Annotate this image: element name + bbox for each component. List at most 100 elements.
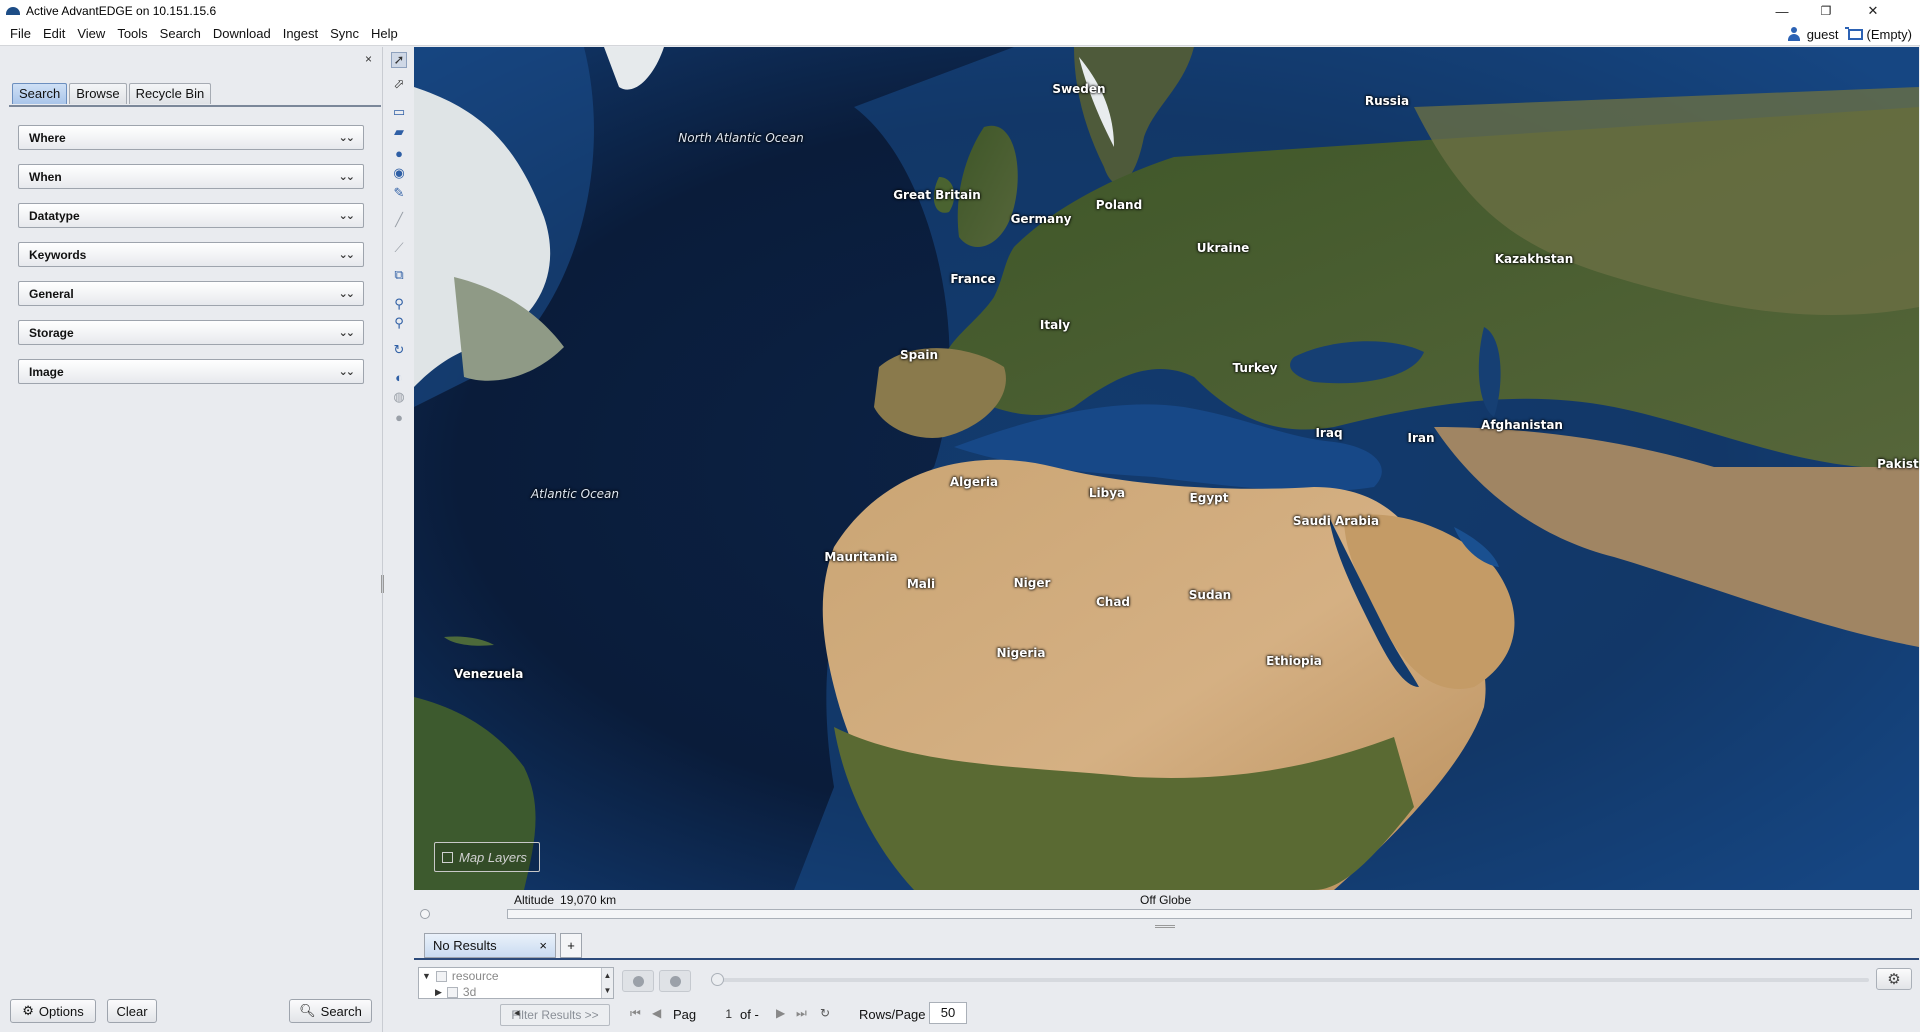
label-france: France [950, 272, 996, 286]
search-button[interactable]: 🔍︎ Search [289, 999, 372, 1023]
menu-search[interactable]: Search [154, 22, 207, 46]
user-icon[interactable] [1787, 27, 1801, 41]
close-tab-icon[interactable]: × [539, 938, 547, 953]
last-page-icon[interactable]: ⏭ [796, 1006, 807, 1021]
altitude-value: 19,070 km [560, 893, 617, 907]
cart-status[interactable]: (Empty) [1867, 27, 1913, 42]
zoom-icon[interactable]: ⚲ [391, 296, 407, 312]
cart-icon[interactable] [1844, 27, 1863, 41]
previous-page-icon[interactable]: ◀ [652, 1006, 661, 1020]
minimize-button[interactable]: — [1760, 0, 1804, 22]
next-page-icon[interactable]: ▶ [776, 1006, 785, 1020]
close-panel-icon[interactable]: × [365, 52, 372, 66]
close-window-button[interactable]: ✕ [1848, 0, 1898, 22]
clear-button[interactable]: Clear [107, 999, 157, 1023]
window-title: Active AdvantEDGE on 10.151.15.6 [26, 4, 217, 18]
copy-icon[interactable]: ⧉ [391, 267, 407, 283]
play-button[interactable] [622, 970, 654, 992]
title-bar: Active AdvantEDGE on 10.151.15.6 — ❐ ✕ [0, 0, 1920, 22]
select-region-icon[interactable]: ⬀ [391, 76, 407, 92]
tab-search[interactable]: Search [12, 83, 68, 104]
label-spain: Spain [900, 348, 938, 362]
tab-browse[interactable]: Browse [69, 83, 127, 104]
label-saudi-arabia: Saudi Arabia [1292, 514, 1380, 528]
section-image[interactable]: Image ⌄⌄ [18, 359, 364, 384]
gear-icon: ⚙ [22, 1003, 34, 1018]
globe-select-icon[interactable]: ◉ [391, 165, 407, 181]
draw-polygon-icon[interactable]: ▰ [391, 124, 407, 140]
refresh-globe-icon[interactable]: ↻ [391, 342, 407, 358]
record-icon [669, 975, 681, 987]
map-layers-checkbox[interactable] [442, 851, 453, 863]
time-slider-handle[interactable] [711, 973, 724, 986]
section-label: Image [29, 364, 64, 379]
select-pointer-icon[interactable]: ➚ [391, 52, 407, 68]
results-settings-button[interactable]: ⚙ [1876, 968, 1912, 990]
comment-icon[interactable]: ◍ [391, 389, 407, 405]
place-point-icon[interactable]: ● [391, 145, 407, 161]
menu-help[interactable]: Help [365, 22, 404, 46]
section-general[interactable]: General ⌄⌄ [18, 281, 364, 306]
section-storage[interactable]: Storage ⌄⌄ [18, 320, 364, 345]
resource-tree[interactable]: ▼ resource ▶ 3d ▲ ▼ [418, 967, 614, 999]
results-splitter-handle[interactable] [1155, 925, 1175, 928]
page-number-field[interactable]: 1 [696, 1004, 736, 1024]
section-when[interactable]: When ⌄⌄ [18, 164, 364, 189]
expand-arrow-icon[interactable]: ▶ [435, 987, 442, 998]
tab-divider [9, 105, 381, 107]
menu-edit[interactable]: Edit [37, 22, 71, 46]
menu-sync[interactable]: Sync [324, 22, 365, 46]
tree-scrollbar[interactable]: ▲ ▼ [601, 968, 613, 998]
label-pakistan: Pakista [1877, 457, 1919, 471]
user-name[interactable]: guest [1807, 27, 1839, 42]
map-layers-button[interactable]: Map Layers [434, 842, 540, 872]
compass-icon[interactable]: ◐ [391, 369, 407, 385]
record-button[interactable] [659, 970, 691, 992]
measure-icon[interactable]: ⟋ [391, 240, 407, 256]
menu-file[interactable]: File [0, 22, 37, 46]
satellite-imagery [414, 47, 1919, 890]
map-status-bar: Altitude 19,070 km Off Globe [414, 890, 1919, 922]
label-ukraine: Ukraine [1196, 241, 1250, 255]
draw-line-icon[interactable]: ╱ [391, 212, 407, 228]
tab-no-results[interactable]: No Results × [424, 933, 556, 958]
tree-item-label: resource [451, 969, 499, 983]
options-button[interactable]: ⚙ Options [10, 999, 96, 1023]
rows-per-page-field[interactable]: 50 [929, 1002, 967, 1024]
options-label: Options [38, 1003, 84, 1019]
tree-checkbox[interactable] [446, 986, 458, 998]
tree-item-resource[interactable]: ▼ resource [419, 968, 613, 984]
tree-item-3d[interactable]: ▶ 3d [419, 984, 613, 999]
section-datatype[interactable]: Datatype ⌄⌄ [18, 203, 364, 228]
collapse-arrow-icon[interactable]: ▼ [422, 971, 431, 981]
menu-ingest[interactable]: Ingest [277, 22, 324, 46]
menu-download[interactable]: Download [207, 22, 277, 46]
section-label: Datatype [29, 208, 80, 223]
circle-tool-icon[interactable]: ● [391, 409, 407, 425]
maximize-button[interactable]: ❐ [1804, 0, 1848, 22]
refresh-icon[interactable]: ↻ [820, 1006, 830, 1020]
label-nigeria: Nigeria [996, 646, 1046, 660]
section-keywords[interactable]: Keywords ⌄⌄ [18, 242, 364, 267]
tree-checkbox[interactable] [435, 970, 447, 982]
menu-view[interactable]: View [71, 22, 111, 46]
label-sweden: Sweden [1052, 82, 1106, 96]
globe-map-view[interactable]: North Atlantic Ocean Atlantic Ocean Swed… [414, 47, 1919, 890]
first-page-icon[interactable]: ⏮ [630, 1006, 641, 1021]
gear-icon: ⚙ [1887, 971, 1901, 988]
tab-recycle-bin[interactable]: Recycle Bin [128, 83, 212, 104]
edit-pencil-icon[interactable]: ✎ [391, 185, 407, 201]
collapse-arrow-icon[interactable]: ◂ [514, 1006, 520, 1019]
time-slider[interactable] [711, 973, 1869, 986]
add-results-tab-button[interactable]: + [560, 933, 582, 958]
section-where[interactable]: Where ⌄⌄ [18, 125, 364, 150]
label-sudan: Sudan [1188, 588, 1232, 602]
draw-rectangle-icon[interactable]: ▭ [391, 104, 407, 120]
tree-item-label: 3d [462, 985, 477, 999]
menu-tools[interactable]: Tools [111, 22, 153, 46]
label-chad: Chad [1095, 595, 1131, 609]
zoom-region-icon[interactable]: ⚲ [391, 315, 407, 331]
expand-chevron-icon: ⌄⌄ [338, 249, 356, 261]
timeline-slider[interactable] [507, 909, 1912, 919]
results-panel: No Results × + ▼ resource ▶ 3d ▲ ▼ Filter… [414, 930, 1919, 1032]
